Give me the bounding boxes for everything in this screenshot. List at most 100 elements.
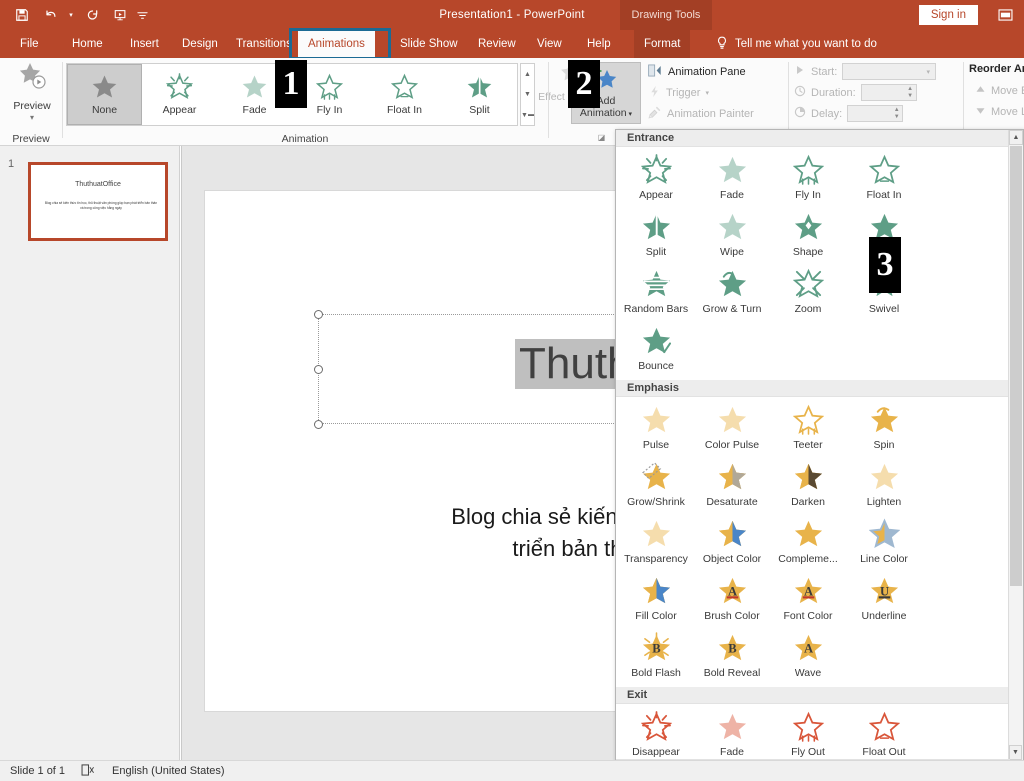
duration-field-row[interactable]: Duration: ▲ ▼ [794,84,917,101]
resize-handle-top-left[interactable] [314,310,323,319]
ribbon-tab-file[interactable]: File [10,30,49,58]
animation-gallery-item-none[interactable]: None [67,64,142,125]
dropdown-scroll-thumb[interactable] [1010,146,1022,586]
dropdown-item-random-bars[interactable]: Random Bars [618,263,694,320]
dropdown-item-brush-color[interactable]: A Brush Color [694,570,770,627]
trigger-button[interactable]: Trigger ▾ [648,85,709,101]
animation-gallery-item-split[interactable]: Split [442,64,517,125]
ribbon-tab-transitions[interactable]: Transitions [226,30,302,58]
dropdown-item-fly-out[interactable]: Fly Out [770,706,846,763]
start-select[interactable]: ▾ [842,63,937,80]
start-field-row[interactable]: Start: ▾ [794,63,937,80]
animation-pane-button[interactable]: Animation Pane [648,64,746,80]
gallery-scroll-up-icon[interactable]: ▲ [521,64,534,84]
dropdown-item-shape[interactable]: Shape [770,206,846,263]
dropdown-item-teeter[interactable]: Teeter [770,399,846,456]
ribbon-tab-design[interactable]: Design [172,30,228,58]
star-complementary-icon [793,518,824,552]
move-later-button[interactable]: Move L [975,106,1024,118]
dropdown-item-color-pulse[interactable]: Color Pulse [694,399,770,456]
animation-painter-button[interactable]: Animation Painter [648,106,754,122]
preview-button[interactable]: Preview ▾ [8,60,56,126]
add-animation-dropdown-menu[interactable]: Entrance Appear Fade Fly In Float In Split Wip… [615,129,1024,781]
move-earlier-button[interactable]: Move Ea [975,85,1024,97]
dropdown-item-line-color[interactable]: Line Color [846,513,922,570]
dropdown-item-wave[interactable]: A Wave [770,627,846,684]
ribbon-group-preview: Preview ▾ Preview [0,58,62,146]
ribbon-tab-review[interactable]: Review [468,30,526,58]
ribbon-tab-home[interactable]: Home [62,30,113,58]
dropdown-scroll-down-icon[interactable]: ▼ [1009,745,1022,760]
dropdown-item-label: Zoom [794,303,822,315]
gallery-more-icon[interactable]: ▼ ▬ [521,105,534,125]
duration-spinner-icon[interactable]: ▲ ▼ [905,85,916,100]
ribbon-tab-view[interactable]: View [527,30,572,58]
dropdown-item-float-out[interactable]: Float Out [846,706,922,763]
dropdown-item-grow-shrink[interactable]: Grow/Shrink [618,456,694,513]
animation-gallery-item-float-in[interactable]: Float In [367,64,442,125]
dropdown-item-label: Underline [861,610,907,622]
dropdown-item-spin[interactable]: Spin [846,399,922,456]
window-title: Presentation1 - PowerPoint [439,9,585,21]
dropdown-item-pulse[interactable]: Pulse [618,399,694,456]
start-chevron-down-icon[interactable]: ▾ [921,68,935,76]
ribbon-tab-help[interactable]: Help [577,30,621,58]
dropdown-item-label: Appear [639,189,673,201]
dropdown-item-object-color[interactable]: Object Color [694,513,770,570]
dropdown-item-underline[interactable]: U Underline [846,570,922,627]
dropdown-item-darken[interactable]: Darken [770,456,846,513]
undo-icon[interactable] [38,3,62,27]
trigger-chevron-down-icon[interactable]: ▾ [705,89,709,97]
dropdown-item-label: Random Bars [623,303,689,315]
accessibility-checker-icon[interactable] [81,763,96,779]
dropdown-item-lighten[interactable]: Lighten [846,456,922,513]
dropdown-item-transparency[interactable]: Transparency [618,513,694,570]
dropdown-item-grow-turn[interactable]: Grow & Turn [694,263,770,320]
resize-handle-bottom-left[interactable] [314,420,323,429]
dropdown-item-zoom[interactable]: Zoom [770,263,846,320]
redo-icon[interactable] [80,3,104,27]
gallery-scroll-down-icon[interactable]: ▼ [521,85,534,105]
dropdown-item-appear[interactable]: Appear [618,149,694,206]
delay-spinner-icon[interactable]: ▲ ▼ [891,106,902,121]
dropdown-item-compleme[interactable]: Compleme... [770,513,846,570]
slide-thumbnail-panel[interactable]: 1 ThuthuatOffice Blog chia sẻ kiến thức … [0,146,180,760]
ribbon-tab-animations[interactable]: Animations [298,30,375,58]
animation-gallery-scrollbar[interactable]: ▲ ▼ ▼ ▬ [520,63,535,126]
duration-stepper[interactable]: ▲ ▼ [860,84,917,101]
slide-thumbnail-1[interactable]: ThuthuatOffice Blog chia sẻ kiến thức ti… [28,162,168,241]
dropdown-item-bold-reveal[interactable]: B Bold Reveal [694,627,770,684]
dropdown-item-fly-in[interactable]: Fly In [770,149,846,206]
dropdown-item-wipe[interactable]: Wipe [694,206,770,263]
dropdown-item-label: Lighten [866,496,902,508]
dropdown-item-desaturate[interactable]: Desaturate [694,456,770,513]
sign-in-button[interactable]: Sign in [918,5,978,25]
preview-chevron-down-icon[interactable]: ▾ [30,113,34,122]
start-slideshow-icon[interactable] [108,3,132,27]
dropdown-item-fade[interactable]: Fade [694,706,770,763]
dropdown-scroll-up-icon[interactable]: ▲ [1009,130,1023,145]
delay-stepper[interactable]: ▲ ▼ [847,105,904,122]
dropdown-item-disappear[interactable]: Disappear [618,706,694,763]
dropdown-item-split[interactable]: Split [618,206,694,263]
dropdown-item-fill-color[interactable]: Fill Color [618,570,694,627]
delay-field-row[interactable]: Delay: ▲ ▼ [794,105,904,122]
ribbon-tab-insert[interactable]: Insert [120,30,169,58]
customize-qat-icon[interactable] [136,3,148,27]
title-bar: Presentation1 - PowerPoint ▾ Drawing Too… [0,0,1024,30]
undo-dropdown-icon[interactable]: ▾ [66,3,76,27]
dropdown-item-fade[interactable]: Fade [694,149,770,206]
resize-handle-middle-left[interactable] [314,365,323,374]
ribbon-display-options-icon[interactable] [994,5,1016,25]
dropdown-item-float-in[interactable]: Float In [846,149,922,206]
save-icon[interactable] [10,3,34,27]
dropdown-scrollbar[interactable]: ▲ ▼ [1008,130,1023,781]
ribbon-tab-format[interactable]: Format [634,30,691,58]
animation-gallery-item-appear[interactable]: Appear [142,64,217,125]
star-pulse-icon [641,404,672,438]
dropdown-item-font-color[interactable]: A Font Color [770,570,846,627]
dropdown-item-bounce[interactable]: Bounce [618,320,694,377]
tell-me-search[interactable]: Tell me what you want to do [716,30,877,58]
dropdown-item-bold-flash[interactable]: B Bold Flash [618,627,694,684]
ribbon-tab-slide-show[interactable]: Slide Show [390,30,468,58]
